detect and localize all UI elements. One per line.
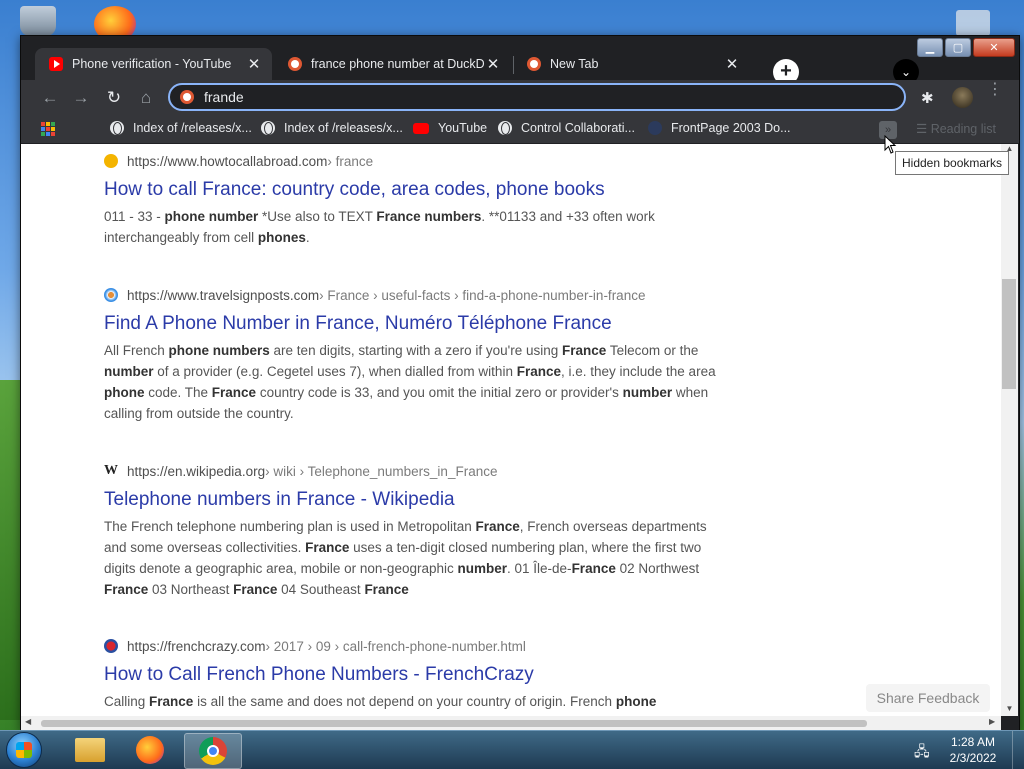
- search-result: https://www.travelsignposts.com › France…: [104, 286, 724, 424]
- bookmark-index-releases-2[interactable]: Index of /releases/x...: [261, 121, 403, 135]
- apps-grid-icon[interactable]: [41, 122, 55, 136]
- scroll-down-arrow-icon[interactable]: ▼: [1001, 704, 1018, 713]
- tab-close-icon[interactable]: ✕: [724, 55, 740, 73]
- extensions-puzzle-icon[interactable]: ✱: [921, 89, 934, 107]
- search-result: W https://en.wikipedia.org › wiki › Tele…: [104, 462, 724, 600]
- result-snippet: The French telephone numbering plan is u…: [104, 519, 707, 597]
- vertical-scrollbar-thumb[interactable]: [1002, 279, 1016, 389]
- windows-logo-icon: [6, 732, 42, 768]
- tab-title: New Tab: [550, 57, 599, 71]
- taskbar-explorer[interactable]: [62, 733, 118, 767]
- firefox-icon: [136, 736, 164, 764]
- wikipedia-icon: W: [104, 463, 118, 478]
- vertical-scrollbar[interactable]: [1001, 144, 1018, 716]
- wallpaper-hill: [0, 380, 22, 720]
- bookmark-label: FrontPage 2003 Do...: [671, 121, 791, 135]
- chrome-icon: [199, 737, 227, 765]
- site-favicon-icon: [104, 288, 118, 302]
- tab-close-icon[interactable]: ✕: [246, 55, 262, 73]
- duckduckgo-icon: [527, 57, 541, 71]
- tab-strip: Phone verification - YouTube ✕ france ph…: [33, 46, 1023, 85]
- globe-icon: [498, 121, 512, 135]
- result-title-link[interactable]: Find A Phone Number in France, Numéro Té…: [104, 312, 724, 336]
- browser-window: ▁ ▢ ✕ Phone verification - YouTube ✕ fra…: [20, 35, 1020, 732]
- clock-time: 1:28 AM: [950, 735, 996, 749]
- result-path: › france: [327, 153, 374, 169]
- forward-button[interactable]: →: [69, 87, 93, 109]
- globe-icon: [261, 121, 275, 135]
- duckduckgo-icon: [288, 57, 302, 71]
- result-url[interactable]: https://www.howtocallabroad.com › france: [104, 152, 724, 170]
- share-feedback-button[interactable]: Share Feedback: [866, 684, 990, 712]
- tab-duckduckgo-search[interactable]: france phone number at DuckDuckGo ✕: [274, 48, 511, 80]
- show-desktop-button[interactable]: [1012, 731, 1024, 769]
- result-path: › France › useful-facts › find-a-phone-n…: [319, 287, 646, 303]
- address-input[interactable]: [202, 88, 866, 106]
- browser-toolbar: ← → ↻ ⌂ ✱ ⋮: [21, 80, 1019, 116]
- result-domain: https://frenchcrazy.com: [127, 638, 266, 654]
- result-domain: https://en.wikipedia.org: [127, 463, 266, 479]
- tab-title: france phone number at DuckDuckGo: [311, 57, 485, 71]
- result-title-link[interactable]: Telephone numbers in France - Wikipedia: [104, 488, 724, 512]
- result-snippet: Calling France is all the same and does …: [104, 694, 657, 709]
- result-snippet: 011 - 33 - phone number *Use also to TEX…: [104, 209, 655, 245]
- desktop-file-icon[interactable]: [956, 10, 990, 36]
- page-content: https://www.howtocallabroad.com › france…: [21, 144, 1001, 716]
- result-title-link[interactable]: How to call France: country code, area c…: [104, 178, 724, 202]
- start-button[interactable]: [4, 731, 44, 769]
- youtube-icon: [413, 122, 429, 134]
- reload-button[interactable]: ↻: [102, 87, 126, 109]
- home-button[interactable]: ⌂: [134, 87, 158, 109]
- menu-kebab-icon[interactable]: ⋮: [987, 82, 1003, 98]
- result-snippet: All French phone numbers are ten digits,…: [104, 343, 716, 421]
- bookmarks-bar: Index of /releases/x... Index of /releas…: [21, 116, 1019, 144]
- clock-date: 2/3/2022: [949, 751, 997, 765]
- bookmark-label: Index of /releases/x...: [284, 121, 403, 135]
- bookmark-label: Index of /releases/x...: [133, 121, 252, 135]
- result-url[interactable]: https://www.travelsignposts.com › France…: [104, 286, 724, 304]
- result-title-link[interactable]: How to Call French Phone Numbers - Frenc…: [104, 663, 724, 687]
- globe-icon: [110, 121, 124, 135]
- hidden-bookmarks-tooltip: Hidden bookmarks: [895, 151, 1010, 175]
- windows-taskbar: 🖧 1:28 AM 2/3/2022: [0, 730, 1024, 769]
- reading-list-label: Reading list: [930, 122, 997, 136]
- taskbar-firefox[interactable]: [122, 733, 178, 767]
- bookmark-index-releases-1[interactable]: Index of /releases/x...: [110, 121, 252, 135]
- site-favicon-icon: [104, 154, 118, 168]
- bookmark-label: Control Collaborati...: [521, 121, 635, 135]
- search-result: https://frenchcrazy.com › 2017 › 09 › ca…: [104, 637, 724, 712]
- taskbar-chrome[interactable]: [184, 733, 242, 769]
- result-domain: https://www.howtocallabroad.com: [127, 153, 328, 169]
- profile-avatar[interactable]: [952, 87, 973, 108]
- reading-list-button[interactable]: ☰ Reading list: [916, 121, 996, 136]
- bookmark-frontpage-2003[interactable]: FrontPage 2003 Do...: [648, 121, 791, 135]
- tab-youtube[interactable]: Phone verification - YouTube ✕: [35, 48, 272, 80]
- site-favicon-icon: [104, 639, 118, 653]
- result-path: › 2017 › 09 › call-french-phone-number.h…: [265, 638, 526, 654]
- result-url[interactable]: https://frenchcrazy.com › 2017 › 09 › ca…: [104, 637, 724, 655]
- scroll-left-arrow-icon[interactable]: ◀: [25, 717, 31, 726]
- tab-close-icon[interactable]: ✕: [485, 55, 501, 73]
- youtube-icon: [49, 57, 63, 71]
- back-button[interactable]: ←: [38, 87, 62, 109]
- duckduckgo-search-icon: [180, 90, 194, 104]
- reading-list-icon: ☰: [916, 122, 931, 136]
- address-bar[interactable]: [168, 83, 906, 111]
- search-result: https://www.howtocallabroad.com › france…: [104, 152, 724, 248]
- horizontal-scrollbar-thumb[interactable]: [41, 720, 867, 727]
- result-url[interactable]: W https://en.wikipedia.org › wiki › Tele…: [104, 462, 724, 480]
- bookmark-youtube[interactable]: YouTube: [413, 121, 487, 135]
- recycle-bin-icon[interactable]: [20, 6, 56, 36]
- bookmark-control-collaboration[interactable]: Control Collaborati...: [498, 121, 635, 135]
- file-explorer-icon: [75, 738, 105, 762]
- tab-new-tab[interactable]: New Tab ✕: [513, 48, 750, 80]
- system-clock[interactable]: 1:28 AM 2/3/2022: [946, 734, 1000, 766]
- result-path: › wiki › Telephone_numbers_in_France: [265, 463, 498, 479]
- network-icon[interactable]: 🖧: [914, 741, 930, 765]
- frontpage-icon: [648, 121, 662, 135]
- bookmark-label: YouTube: [438, 121, 488, 135]
- result-domain: https://www.travelsignposts.com: [127, 287, 320, 303]
- tab-title: Phone verification - YouTube: [72, 57, 232, 71]
- scroll-right-arrow-icon[interactable]: ▶: [989, 717, 995, 726]
